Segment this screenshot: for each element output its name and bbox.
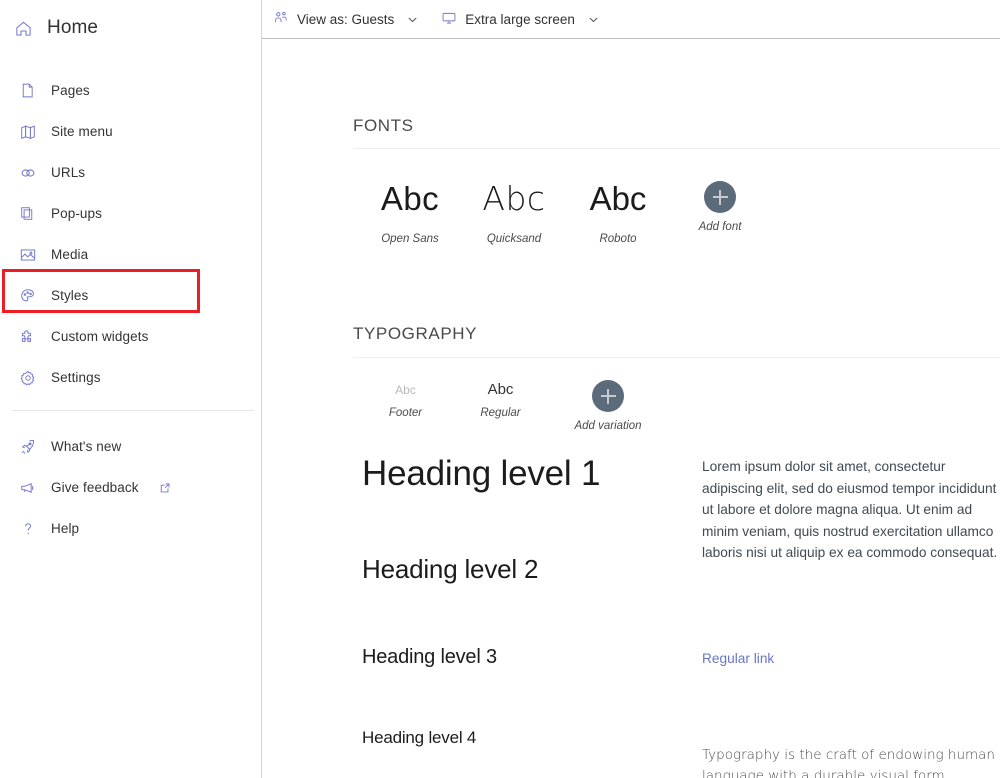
- link-icon: [18, 163, 37, 182]
- sidebar-item-label: URLs: [51, 165, 86, 180]
- sidebar-item-settings[interactable]: Settings: [0, 357, 261, 398]
- quote-text: Typography is the craft of endowing huma…: [702, 746, 995, 778]
- headings-column: Heading level 1 Heading level 2 Heading …: [362, 452, 702, 778]
- sidebar-item-label: Help: [51, 521, 80, 536]
- add-variation-label: Add variation: [574, 420, 642, 432]
- typography-section: TYPOGRAPHY Abc Footer Abc Regular Add va…: [262, 245, 1000, 778]
- styles-panel: FONTS Abc Open Sans Abc Quicksand Abc Ro…: [262, 39, 1000, 778]
- sidebar-item-label: Styles: [51, 288, 89, 303]
- sidebar-item-label: Custom widgets: [51, 329, 149, 344]
- fonts-section-title: FONTS: [353, 116, 414, 135]
- font-list: Abc Open Sans Abc Quicksand Abc Roboto A…: [262, 149, 1000, 245]
- sidebar-item-whats-new[interactable]: What's new: [0, 426, 261, 467]
- puzzle-icon: [18, 327, 37, 346]
- gear-icon: [18, 368, 37, 387]
- fonts-section: FONTS Abc Open Sans Abc Quicksand Abc Ro…: [262, 39, 1000, 245]
- monitor-icon: [441, 10, 457, 29]
- sidebar-primary-nav: Pages Site menu URLs Pop-ups Media Style…: [0, 70, 261, 398]
- sidebar-item-media[interactable]: Media: [0, 234, 261, 275]
- sidebar-item-home[interactable]: Home: [0, 6, 261, 50]
- font-card[interactable]: Abc Roboto: [566, 176, 670, 245]
- variation-name: Regular: [480, 407, 521, 419]
- view-as-button[interactable]: View as: Guests: [273, 10, 419, 29]
- sidebar-item-styles[interactable]: Styles: [0, 275, 261, 316]
- sidebar-item-urls[interactable]: URLs: [0, 152, 261, 193]
- home-icon: [14, 19, 33, 38]
- question-icon: [18, 519, 37, 538]
- regular-link-sample[interactable]: Regular link: [702, 651, 774, 666]
- megaphone-icon: [18, 478, 37, 497]
- heading-level-4-sample[interactable]: Heading level 4: [362, 726, 702, 749]
- sidebar-item-label: Settings: [51, 370, 101, 385]
- home-label: Home: [47, 17, 99, 38]
- app-root: Home Pages Site menu URLs Pop-ups Media …: [0, 0, 1000, 778]
- external-link-icon: [159, 482, 171, 494]
- image-icon: [18, 245, 37, 264]
- sidebar-divider: [12, 410, 254, 411]
- add-variation-button[interactable]: Add variation: [548, 380, 668, 432]
- font-name: Open Sans: [381, 233, 439, 245]
- view-as-label: View as: Guests: [297, 11, 395, 27]
- sidebar-item-pages[interactable]: Pages: [0, 70, 261, 111]
- chevron-down-icon: [587, 13, 600, 26]
- heading-level-2-sample[interactable]: Heading level 2: [362, 552, 702, 586]
- page-icon: [18, 81, 37, 100]
- variation-name: Footer: [388, 407, 423, 419]
- typography-preview: Heading level 1 Heading level 2 Heading …: [262, 432, 1000, 778]
- sidebar-item-label: Give feedback: [51, 480, 139, 495]
- chevron-down-icon: [406, 13, 419, 26]
- people-icon: [273, 10, 289, 29]
- typography-section-title: TYPOGRAPHY: [353, 324, 478, 343]
- font-sample: Abc: [380, 180, 440, 217]
- sidebar-item-label: Pages: [51, 83, 90, 98]
- screen-size-label: Extra large screen: [465, 11, 575, 27]
- add-font-label: Add font: [698, 221, 742, 233]
- variation-card[interactable]: Abc Regular: [453, 380, 548, 419]
- screen-size-button[interactable]: Extra large screen: [441, 10, 600, 29]
- plus-icon: [592, 380, 624, 412]
- variation-card[interactable]: Abc Footer: [358, 380, 453, 419]
- rocket-icon: [18, 437, 37, 456]
- sidebar: Home Pages Site menu URLs Pop-ups Media …: [0, 0, 262, 778]
- body-paragraph-sample[interactable]: Lorem ipsum dolor sit amet, consectetur …: [702, 456, 1000, 564]
- heading-level-1-sample[interactable]: Heading level 1: [362, 452, 702, 496]
- heading-level-3-sample[interactable]: Heading level 3: [362, 644, 702, 671]
- toolbar: View as: Guests Extra large screen: [262, 0, 1000, 39]
- font-name: Roboto: [599, 233, 637, 245]
- font-name: Quicksand: [486, 233, 542, 245]
- quote-sample[interactable]: Typography is the craft of endowing huma…: [702, 745, 1000, 778]
- font-sample: Abc: [482, 179, 546, 218]
- variation-sample: Abc: [487, 381, 514, 398]
- font-card[interactable]: Abc Quicksand: [462, 176, 566, 245]
- sidebar-item-custom-widgets[interactable]: Custom widgets: [0, 316, 261, 357]
- sidebar-item-label: What's new: [51, 439, 122, 454]
- sidebar-item-site-menu[interactable]: Site menu: [0, 111, 261, 152]
- palette-icon: [18, 286, 37, 305]
- sidebar-secondary-nav: What's new Give feedback Help: [0, 426, 261, 549]
- popup-icon: [18, 204, 37, 223]
- main-content: View as: Guests Extra large screen FONTS…: [262, 0, 1000, 778]
- font-card[interactable]: Abc Open Sans: [358, 176, 462, 245]
- add-font-button[interactable]: Add font: [670, 176, 770, 233]
- sidebar-item-label: Media: [51, 247, 89, 262]
- sidebar-item-help[interactable]: Help: [0, 508, 261, 549]
- sidebar-item-popups[interactable]: Pop-ups: [0, 193, 261, 234]
- plus-icon: [704, 181, 736, 213]
- variation-sample: Abc: [395, 383, 416, 397]
- variation-list: Abc Footer Abc Regular Add variation: [262, 358, 1000, 432]
- font-sample: Abc: [589, 180, 647, 217]
- body-column: Lorem ipsum dolor sit amet, consectetur …: [702, 452, 1000, 778]
- sidebar-item-label: Pop-ups: [51, 206, 102, 221]
- sidebar-item-label: Site menu: [51, 124, 113, 139]
- book-icon: [18, 122, 37, 141]
- sidebar-item-give-feedback[interactable]: Give feedback: [0, 467, 261, 508]
